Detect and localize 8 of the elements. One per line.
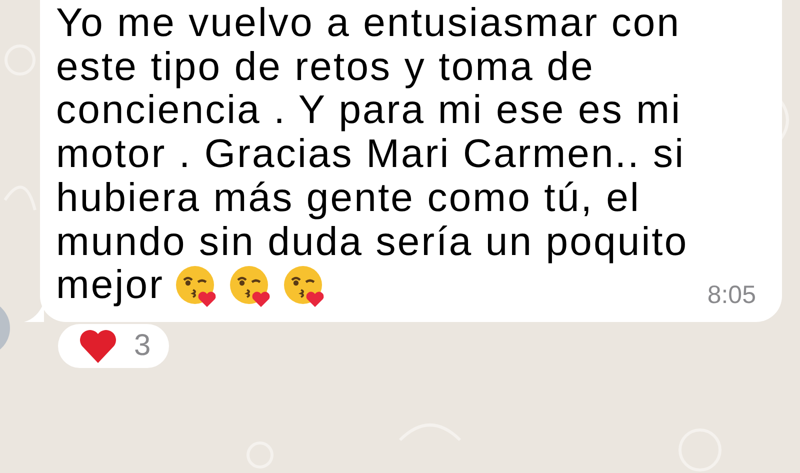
message-text: mejor	[56, 264, 164, 308]
kissing-face-icon	[282, 264, 326, 308]
kissing-face-icon	[174, 264, 218, 308]
message-time: 8:05	[707, 281, 756, 310]
reaction-count: 3	[134, 329, 151, 364]
reaction-pill[interactable]: 3	[58, 324, 169, 368]
heart-icon	[78, 328, 118, 364]
kissing-face-icon	[228, 264, 272, 308]
